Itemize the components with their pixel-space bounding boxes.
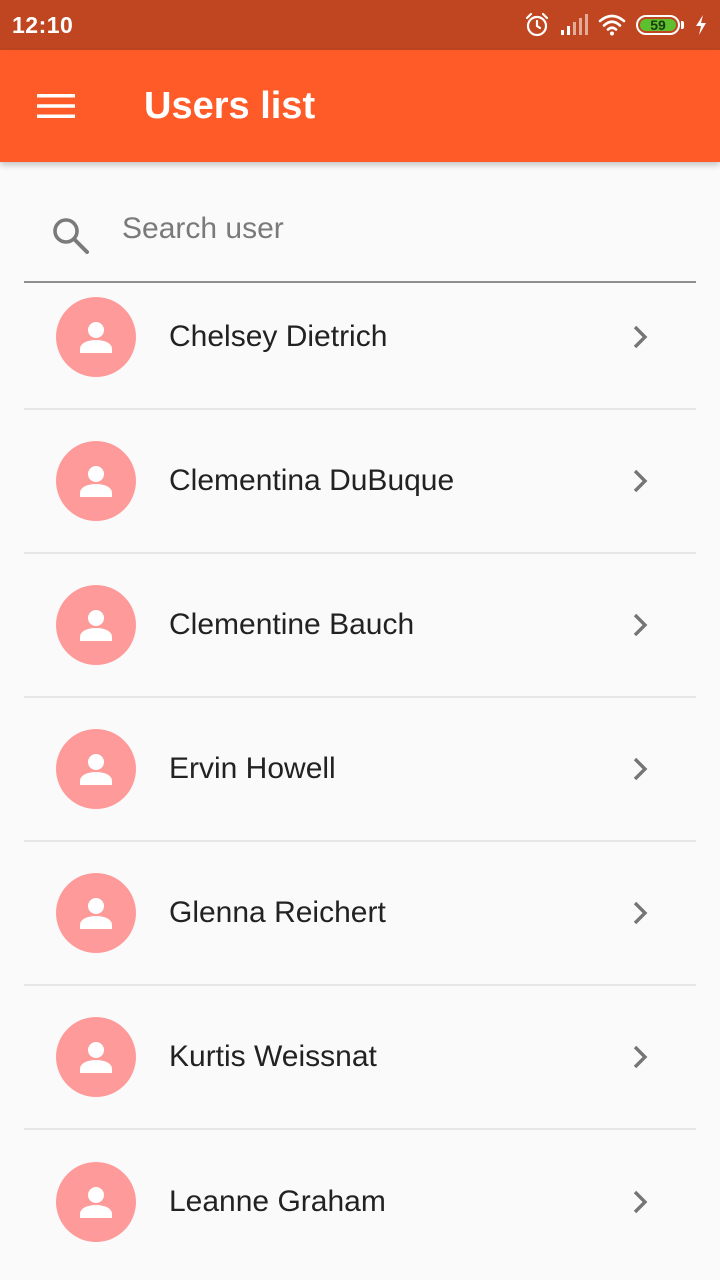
signal-icon	[560, 14, 588, 36]
user-name: Clementina DuBuque	[169, 464, 455, 497]
chevron-right-icon	[633, 757, 648, 781]
list-item[interactable]: Kurtis Weissnat	[24, 986, 696, 1130]
alarm-icon	[524, 12, 550, 38]
chevron-right-icon	[633, 325, 648, 348]
person-icon	[80, 466, 112, 497]
list-item[interactable]: Glenna Reichert	[24, 842, 696, 986]
avatar	[56, 873, 136, 953]
person-icon	[80, 1042, 112, 1073]
list-item[interactable]: Chelsey Dietrich	[24, 283, 696, 410]
battery-level: 59	[650, 17, 666, 33]
user-name: Leanne Graham	[169, 1185, 386, 1218]
menu-button[interactable]	[0, 50, 112, 162]
charging-icon	[694, 14, 708, 36]
menu-icon	[37, 94, 75, 118]
app-bar: Users list	[0, 50, 720, 162]
chevron-right-icon	[633, 1190, 648, 1214]
list-item[interactable]: Clementina DuBuque	[24, 410, 696, 554]
person-icon	[80, 1187, 112, 1218]
avatar	[56, 1017, 136, 1097]
status-time: 12:10	[12, 11, 74, 38]
battery-body: 59	[636, 15, 680, 35]
avatar	[56, 441, 136, 521]
avatar	[56, 729, 136, 809]
wifi-icon	[598, 14, 626, 36]
battery-icon: 59	[636, 15, 684, 35]
list-item[interactable]: Leanne Graham	[24, 1130, 696, 1274]
user-name: Glenna Reichert	[169, 896, 386, 929]
user-list: Chelsey Dietrich Clementina DuBuque Clem…	[24, 283, 696, 1274]
avatar	[56, 1162, 136, 1242]
chevron-right-icon	[633, 1045, 648, 1069]
person-icon	[80, 321, 112, 353]
chevron-right-icon	[633, 901, 648, 925]
list-item[interactable]: Clementine Bauch	[24, 554, 696, 698]
page-title: Users list	[144, 84, 316, 127]
chevron-right-icon	[633, 613, 648, 637]
search-icon	[53, 217, 89, 254]
status-bar: 12:10 59	[0, 0, 720, 50]
user-name: Chelsey Dietrich	[169, 319, 388, 353]
person-icon	[80, 754, 112, 785]
search-input[interactable]	[120, 210, 644, 247]
user-name: Kurtis Weissnat	[169, 1040, 377, 1073]
battery-tip	[681, 21, 684, 29]
person-icon	[80, 610, 112, 641]
chevron-right-icon	[633, 469, 648, 493]
list-item[interactable]: Ervin Howell	[24, 698, 696, 842]
search-field[interactable]	[24, 180, 696, 283]
user-name: Ervin Howell	[169, 752, 336, 785]
person-icon	[80, 898, 112, 929]
status-icons: 59	[524, 12, 708, 38]
avatar	[56, 296, 136, 377]
avatar	[56, 585, 136, 665]
user-name: Clementine Bauch	[169, 608, 415, 641]
